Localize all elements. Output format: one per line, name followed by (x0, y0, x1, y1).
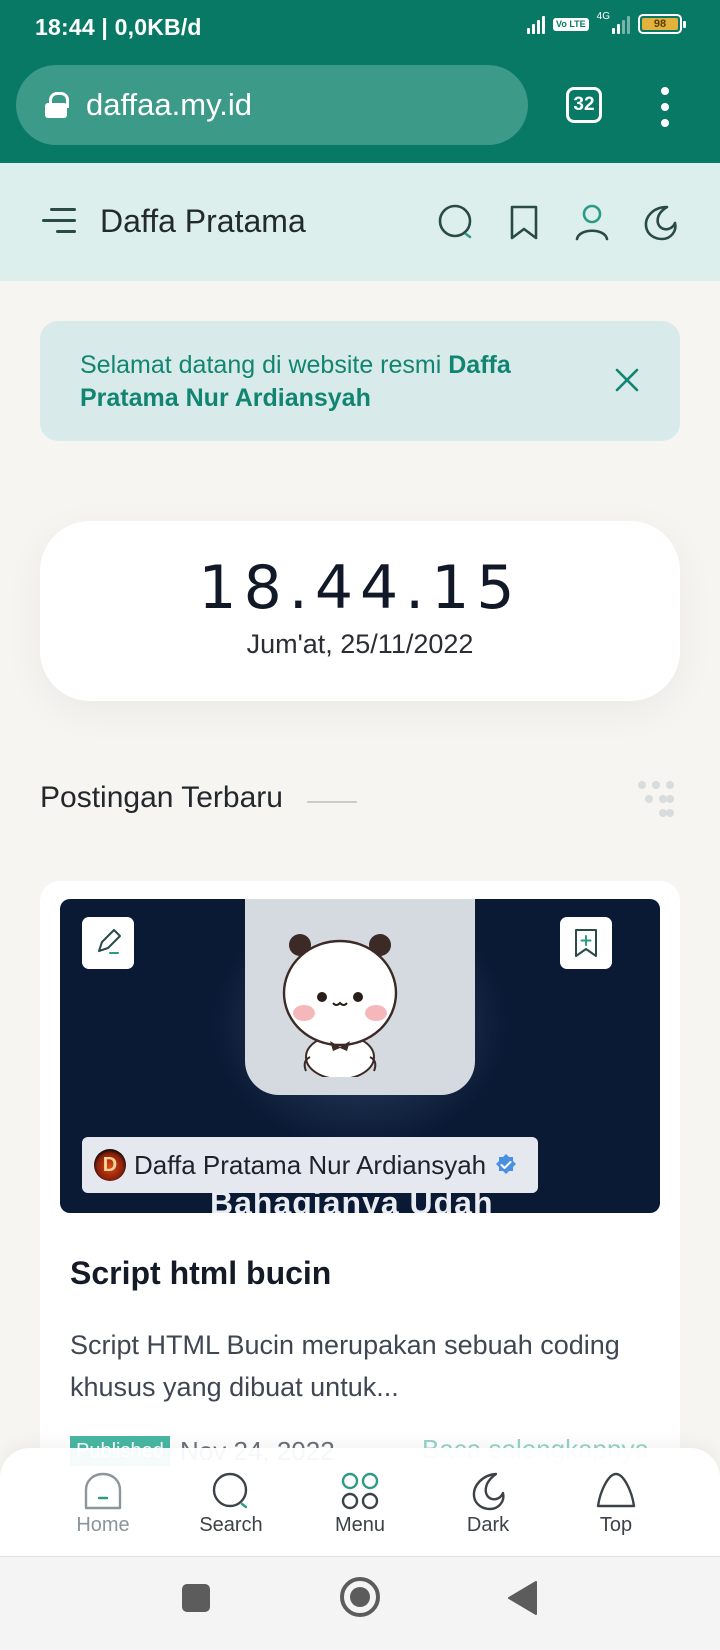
verified-icon (496, 1154, 517, 1174)
browser-chrome: 18:44 | 0,0KB/d Vo LTE 4G 98 daffaa.my.i… (0, 0, 720, 163)
system-nav-bar (0, 1556, 720, 1650)
moon-icon (472, 1472, 505, 1511)
bookmark-add-icon (575, 929, 597, 957)
post-excerpt: Script HTML Bucin merupakan sebuah codin… (70, 1330, 620, 1402)
author-chip[interactable]: D Daffa Pratama Nur Ardiansyah (82, 1137, 539, 1193)
nav-top-label: Top (599, 1514, 633, 1536)
back-icon[interactable] (506, 1579, 540, 1617)
nav-search[interactable]: Search (181, 1470, 281, 1537)
status-icons: Vo LTE 4G 98 (526, 10, 686, 34)
home-icon (84, 1472, 122, 1510)
arrow-up-icon (596, 1472, 636, 1508)
grid-icon (341, 1472, 379, 1510)
battery-level: 98 (642, 18, 678, 30)
clock-date: Jum'at, 25/11/2022 (246, 629, 474, 659)
welcome-text-prefix: Selamat datang di website resmi (80, 351, 449, 379)
save-post-button[interactable] (560, 917, 612, 969)
author-name: Daffa Pratama Nur Ardiansyah (134, 1149, 487, 1180)
post-title[interactable]: Script html bucin (70, 1255, 331, 1292)
nav-search-label: Search (199, 1514, 263, 1536)
volte-badge: Vo LTE (552, 17, 589, 31)
battery-icon: 98 (638, 14, 686, 34)
close-icon[interactable] (612, 365, 642, 395)
panda-illustration (282, 934, 398, 1077)
recents-icon[interactable] (180, 1582, 212, 1614)
browser-menu-icon[interactable] (655, 87, 675, 127)
nav-top[interactable]: Top (566, 1470, 666, 1537)
bottom-nav: Home Search Menu Dark Top (0, 1448, 720, 1556)
user-icon[interactable] (569, 199, 615, 245)
post-thumbnail[interactable]: Bahagianya Udah D Daffa Pratama Nur Ardi… (60, 899, 660, 1213)
clock-time: 18.44.15 (198, 553, 522, 623)
menu-icon[interactable] (42, 208, 76, 234)
pencil-icon (98, 929, 121, 954)
clock-card: 18.44.15 Jum'at, 25/11/2022 (40, 521, 680, 701)
signal-icon (526, 14, 545, 34)
nav-home[interactable]: Home (53, 1470, 153, 1537)
section-title: Postingan Terbaru (40, 781, 283, 814)
nav-menu-label: Menu (334, 1514, 386, 1536)
site-header: Daffa Pratama (0, 163, 720, 281)
status-time: 18:44 | 0,0KB/d (35, 14, 202, 40)
dots-grid-icon (638, 781, 674, 817)
nav-dark-label: Dark (466, 1514, 510, 1536)
nav-menu[interactable]: Menu (310, 1470, 410, 1537)
section-divider (307, 801, 357, 803)
moon-icon[interactable] (637, 199, 683, 245)
edit-button[interactable] (82, 917, 134, 969)
post-card[interactable]: Bahagianya Udah D Daffa Pratama Nur Ardi… (40, 881, 680, 1501)
nav-home-label: Home (76, 1514, 130, 1536)
bookmark-icon[interactable] (501, 199, 547, 245)
lock-icon (45, 92, 69, 118)
url-text[interactable]: daffaa.my.id (86, 87, 252, 123)
tab-switcher-button[interactable]: 32 (566, 87, 602, 123)
home-button-icon[interactable] (339, 1576, 381, 1618)
welcome-banner: Selamat datang di website resmi Daffa Pr… (40, 321, 680, 441)
address-bar[interactable]: daffaa.my.id (16, 65, 528, 145)
search-icon (212, 1472, 248, 1509)
welcome-text: Selamat datang di website resmi Daffa Pr… (80, 349, 560, 415)
site-title[interactable]: Daffa Pratama (100, 203, 306, 240)
author-avatar: D (94, 1149, 126, 1181)
signal-icon-secondary (612, 14, 630, 34)
search-icon[interactable] (433, 199, 479, 245)
nav-dark[interactable]: Dark (438, 1470, 538, 1537)
network-type: 4G (596, 10, 610, 22)
